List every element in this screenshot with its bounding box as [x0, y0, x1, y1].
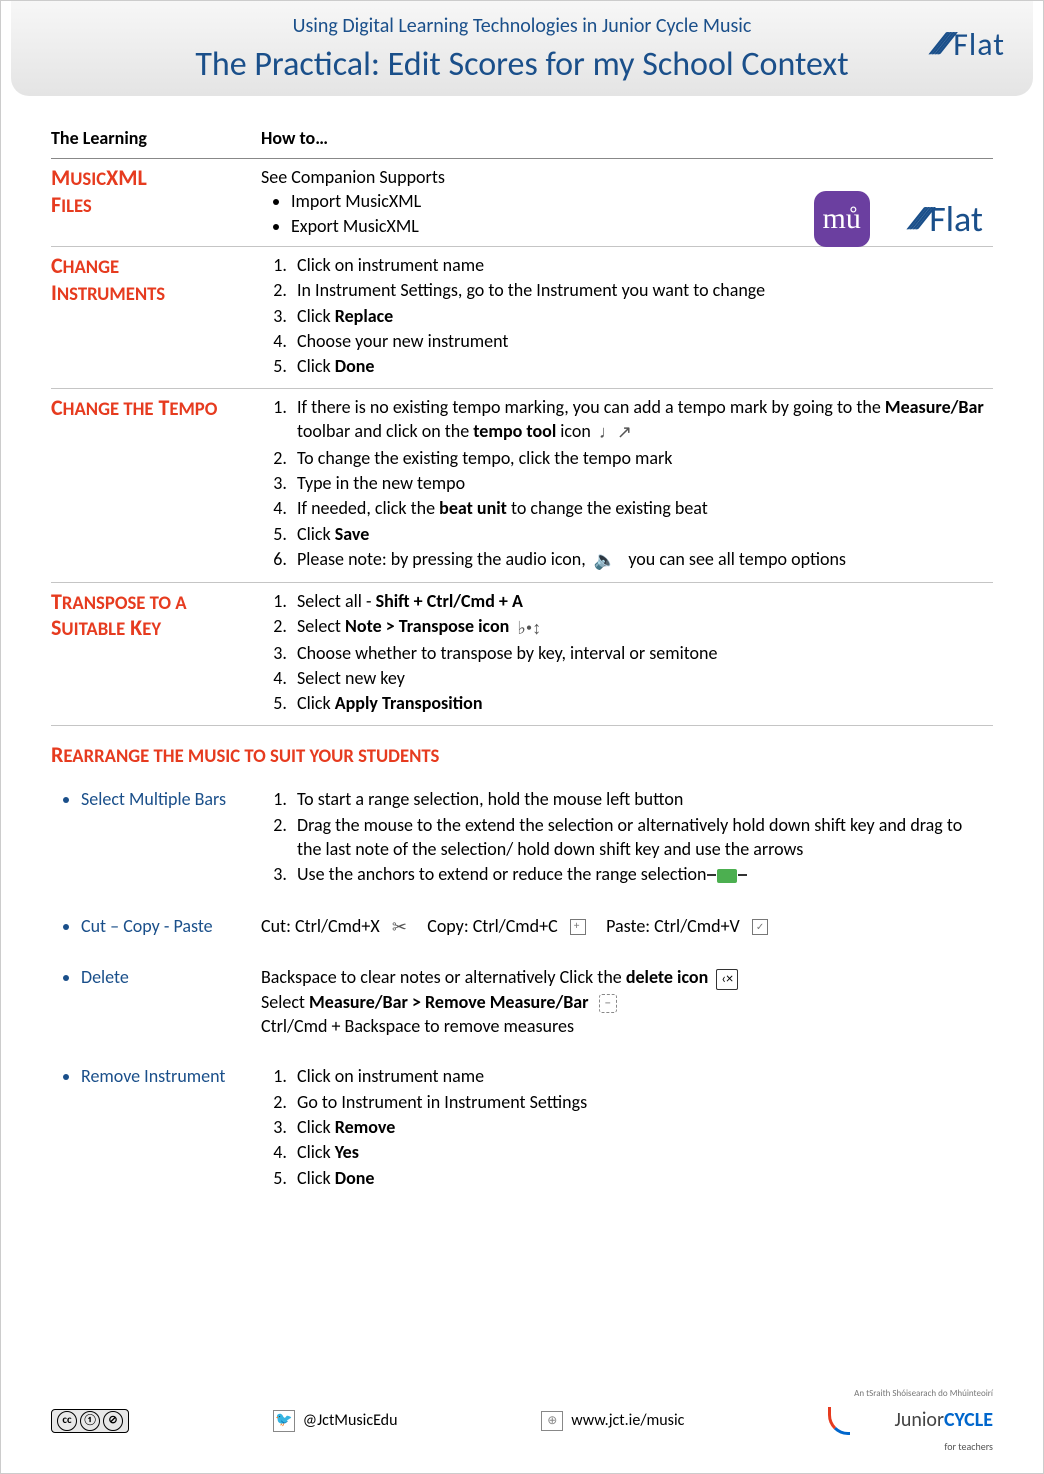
flat-brand-text-small: Flat	[929, 195, 983, 244]
jc-main-text: JuniorCYCLE	[894, 1407, 993, 1434]
flat-logo-header: //// Flat	[932, 23, 1005, 66]
table-header-row: The Learning How to…	[51, 120, 993, 159]
header: Using Digital Learning Technologies in J…	[11, 1, 1033, 96]
list-item: To start a range selection, hold the mou…	[291, 787, 985, 811]
main-table: The Learning How to… MUSICXMLFILES See C…	[51, 120, 993, 1199]
list-item: If needed, click the beat unit to change…	[291, 496, 985, 520]
delete-line-3: Ctrl/Cmd + Backspace to remove measures	[261, 1014, 985, 1038]
flat-glyph-icon: ////	[903, 199, 928, 240]
howto-logos: mů //// Flat	[814, 191, 983, 247]
list-item: Click on instrument name	[291, 1064, 985, 1088]
section-change-instruments: CHANGEINSTRUMENTS Click on instrument na…	[51, 247, 993, 388]
content: The Learning How to… MUSICXMLFILES See C…	[1, 96, 1043, 1199]
col-header-howto: How to…	[261, 120, 993, 159]
sub-label-select-multiple: Select Multiple Bars	[81, 787, 253, 811]
musicxml-intro: See Companion Supports	[261, 165, 985, 189]
list-item: Type in the new tempo	[291, 471, 985, 495]
footer-url: ⊕ www.jct.ie/music	[541, 1410, 684, 1432]
section-transpose: TRANSPOSE TO ASUITABLE KEY Select all - …	[51, 582, 993, 725]
sub-label-remove-instrument: Remove Instrument	[81, 1064, 253, 1088]
musescore-icon: mů	[814, 191, 870, 247]
list-item: Click on instrument name	[291, 253, 985, 277]
header-supertitle: Using Digital Learning Technologies in J…	[41, 13, 1003, 40]
row-cut-copy-paste: Cut – Copy - Paste Cut: Ctrl/Cmd+X ✂ Cop…	[51, 896, 993, 948]
twitter-handle: @JctMusicEdu	[303, 1410, 398, 1432]
footer-twitter: 🐦 @JctMusicEdu	[273, 1410, 398, 1432]
list-item: Please note: by pressing the audio icon,…	[291, 547, 985, 573]
list-item: Click Done	[291, 1166, 985, 1190]
section-title-change-instruments: CHANGEINSTRUMENTS	[51, 253, 253, 306]
cc-icon: cc	[57, 1411, 77, 1431]
list-item: Select all - Shift + Ctrl/Cmd + A	[291, 589, 985, 613]
list-item: Click Replace	[291, 304, 985, 328]
sub-label-delete: Delete	[81, 965, 253, 989]
section-rearrange-header: REARRANGE THE MUSIC TO SUIT YOUR STUDENT…	[51, 725, 993, 781]
remove-instrument-steps: Click on instrument name Go to Instrumen…	[261, 1064, 985, 1189]
flat-logo-small: //// Flat	[910, 195, 983, 244]
jc-main-b: CYCLE	[944, 1408, 993, 1432]
section-title-musicxml: MUSICXMLFILES	[51, 165, 253, 218]
section-title-rearrange: REARRANGE THE MUSIC TO SUIT YOUR STUDENT…	[51, 732, 985, 774]
list-item: Select Note > Transpose icon ♭•↕	[291, 614, 985, 640]
list-item: Click Done	[291, 354, 985, 378]
jc-top-text: An tSraith Shóisearach do Mhúinteoirí	[854, 1388, 993, 1400]
list-item: Use the anchors to extend or reduce the …	[291, 862, 985, 886]
row-select-multiple: Select Multiple Bars To start a range se…	[51, 781, 993, 895]
transpose-steps: Select all - Shift + Ctrl/Cmd + A Select…	[261, 589, 985, 716]
cc-license-badge: cc ① ⊘	[51, 1409, 129, 1433]
cc-by-icon: ①	[80, 1411, 100, 1431]
delete-line-2: Select Measure/Bar > Remove Measure/Bar	[261, 990, 985, 1014]
list-item: If there is no existing tempo marking, y…	[291, 395, 985, 445]
footer: cc ① ⊘ 🐦 @JctMusicEdu ⊕ www.jct.ie/music…	[51, 1388, 993, 1453]
row-remove-instrument: Remove Instrument Click on instrument na…	[51, 1046, 993, 1198]
list-item: Select new key	[291, 666, 985, 690]
jc-main-a: Junior	[894, 1408, 944, 1432]
section-title-change-tempo: CHANGE THE TEMPO	[51, 395, 253, 421]
select-multiple-steps: To start a range selection, hold the mou…	[261, 787, 985, 886]
sub-label-cut-copy-paste: Cut – Copy - Paste	[81, 914, 253, 938]
cut-copy-paste-line: Cut: Ctrl/Cmd+X ✂ Copy: Ctrl/Cmd+C Paste…	[261, 914, 985, 940]
list-item: Go to Instrument in Instrument Settings	[291, 1090, 985, 1114]
globe-icon: ⊕	[541, 1411, 563, 1431]
section-title-transpose: TRANSPOSE TO ASUITABLE KEY	[51, 589, 253, 642]
page: Using Digital Learning Technologies in J…	[0, 0, 1044, 1474]
jc-swirl-icon	[828, 1407, 850, 1435]
flat-brand-text: Flat	[953, 23, 1005, 66]
cc-nc-icon: ⊘	[103, 1411, 123, 1431]
list-item: In Instrument Settings, go to the Instru…	[291, 278, 985, 302]
footer-url-text: www.jct.ie/music	[571, 1410, 684, 1432]
page-title: The Practical: Edit Scores for my School…	[41, 42, 1003, 88]
junior-cycle-logo: An tSraith Shóisearach do Mhúinteoirí Ju…	[828, 1388, 993, 1453]
list-item: Click Save	[291, 522, 985, 546]
list-item: Choose whether to transpose by key, inte…	[291, 641, 985, 665]
change-instruments-steps: Click on instrument name In Instrument S…	[261, 253, 985, 378]
list-item: Choose your new instrument	[291, 329, 985, 353]
row-delete: Delete Backspace to clear notes or alter…	[51, 947, 993, 1046]
twitter-icon: 🐦	[273, 1410, 295, 1432]
list-item: Click Apply Transposition	[291, 691, 985, 715]
list-item: Click Yes	[291, 1140, 985, 1164]
section-change-tempo: CHANGE THE TEMPO If there is no existing…	[51, 388, 993, 582]
list-item: Click Remove	[291, 1115, 985, 1139]
col-header-learning: The Learning	[51, 120, 261, 159]
change-tempo-steps: If there is no existing tempo marking, y…	[261, 395, 985, 573]
list-item: Drag the mouse to the extend the selecti…	[291, 813, 985, 862]
list-item: To change the existing tempo, click the …	[291, 446, 985, 470]
jc-sub-text: for teachers	[944, 1440, 993, 1454]
delete-line-1: Backspace to clear notes or alternativel…	[261, 965, 985, 989]
